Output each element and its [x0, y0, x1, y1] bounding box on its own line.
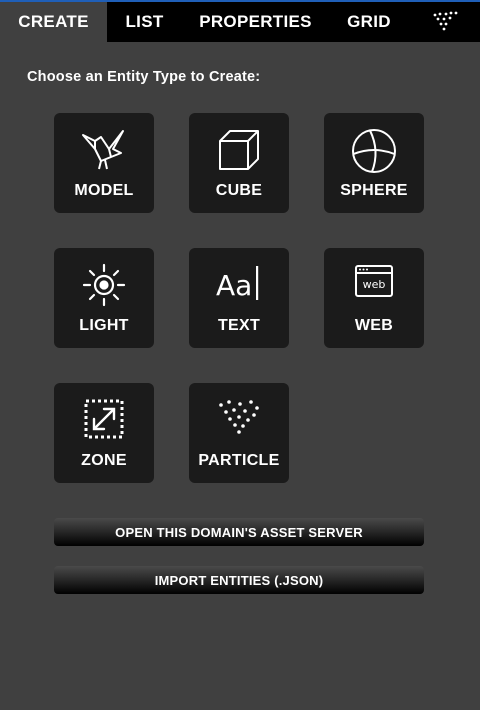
sphere-button[interactable]: SPHERE	[324, 113, 424, 213]
model-label: MODEL	[74, 182, 134, 199]
particles-icon	[219, 400, 259, 434]
web-label: WEB	[354, 317, 394, 334]
open-asset-server-button[interactable]: OPEN THIS DOMAIN'S ASSET SERVER	[54, 518, 424, 546]
cube-label: CUBE	[215, 182, 263, 199]
import-entities-button[interactable]: IMPORT ENTITIES (.JSON)	[54, 566, 424, 594]
tab-bar: CREATE LIST PROPERTIES GRID	[0, 2, 480, 42]
tab-grid[interactable]: GRID	[329, 2, 409, 42]
light-button[interactable]: LIGHT	[54, 248, 154, 348]
tab-menu[interactable]	[409, 2, 480, 42]
tab-list[interactable]: LIST	[107, 2, 182, 42]
cube-icon	[219, 130, 259, 170]
web-button[interactable]: web WEB	[324, 248, 424, 348]
particle-button[interactable]: PARTICLE	[189, 383, 289, 483]
text-label: TEXT	[217, 317, 261, 334]
browser-icon-text: web	[363, 278, 386, 291]
sun-icon	[82, 263, 126, 307]
zone-label: ZONE	[81, 452, 127, 469]
text-button[interactable]: Aa TEXT	[189, 248, 289, 348]
zone-button[interactable]: ZONE	[54, 383, 154, 483]
zone-icon	[84, 399, 124, 439]
text-cursor-icon: Aa	[216, 266, 259, 302]
create-panel: CREATE LIST PROPERTIES GRID Choose an En…	[0, 0, 480, 710]
dots-triangle-icon	[433, 11, 457, 31]
particle-label: PARTICLE	[198, 452, 280, 469]
sphere-label: SPHERE	[340, 182, 408, 199]
model-button[interactable]: MODEL	[54, 113, 154, 213]
tab-create[interactable]: CREATE	[0, 2, 107, 42]
cube-button[interactable]: CUBE	[189, 113, 289, 213]
page-title: Choose an Entity Type to Create:	[27, 69, 261, 85]
tab-properties[interactable]: PROPERTIES	[182, 2, 329, 42]
light-label: LIGHT	[79, 317, 129, 334]
browser-icon: web	[355, 265, 393, 297]
sphere-icon	[352, 129, 396, 173]
bird-icon	[82, 130, 124, 170]
svg-text:Aa: Aa	[216, 269, 252, 302]
